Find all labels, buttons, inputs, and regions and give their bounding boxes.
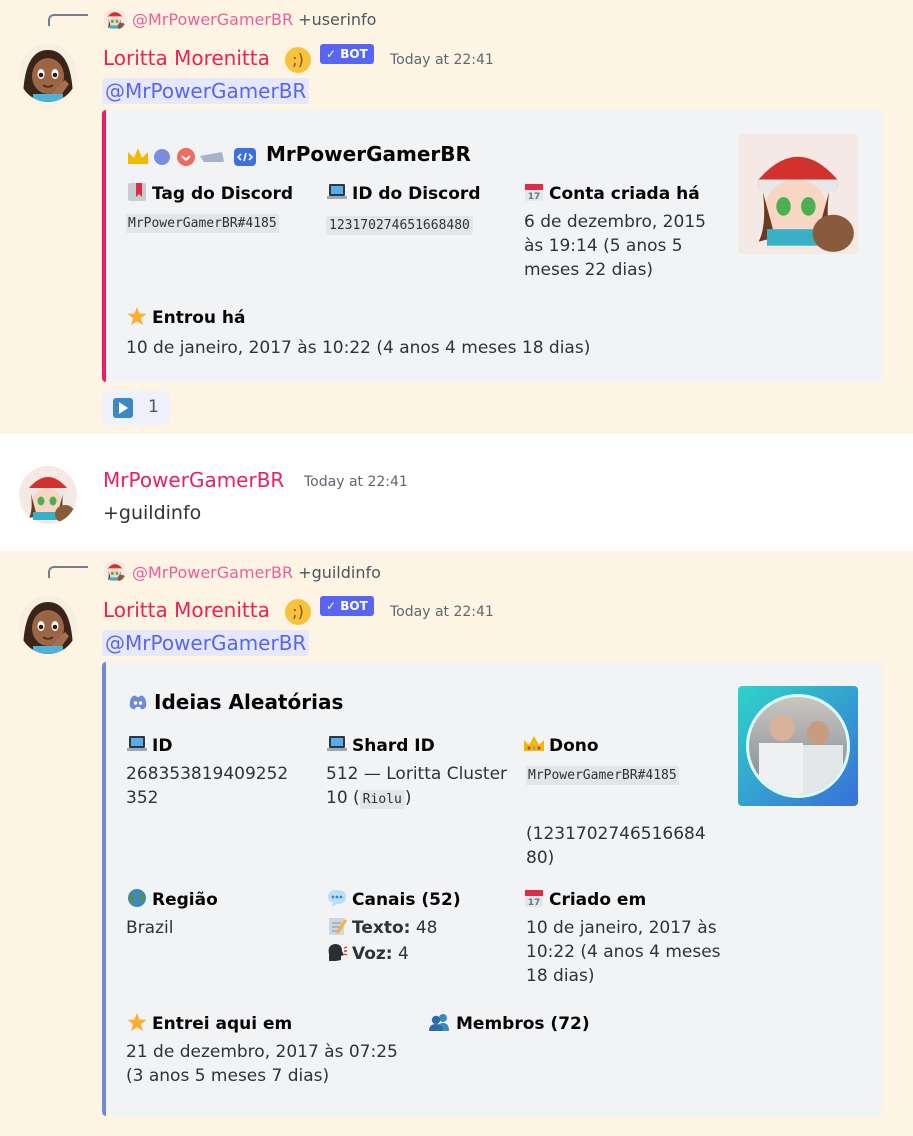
laptop-icon — [327, 184, 347, 199]
guild-icon-photo — [746, 694, 850, 798]
reply-connector — [48, 14, 88, 26]
reply-mention: @MrPowerGamerBR — [132, 10, 294, 29]
field-name-joined: Entrei aqui em — [126, 1012, 292, 1034]
field-name-shard: Shard ID — [326, 734, 435, 756]
reply-preview[interactable]: @MrPowerGamerBR +guildinfo — [132, 563, 381, 582]
speech-bubble-icon — [328, 890, 346, 907]
timestamp[interactable]: Today at 22:41 — [304, 474, 408, 490]
timestamp[interactable]: Today at 22:41 — [390, 604, 494, 620]
field-value-voice-channels: Voz: 4 — [326, 942, 409, 966]
discord-icon — [129, 695, 147, 710]
field-value-shard: 512 — Loritta Cluster 10 (Riolu) — [326, 764, 508, 809]
field-value-joined: 21 de dezembro, 2017 às 07:25 (3 anos 5 … — [126, 1042, 398, 1086]
speaking-head-icon — [328, 944, 348, 961]
field-value-created: 6 de dezembro, 2015 às 19:14 (5 anos 5 m… — [524, 212, 706, 280]
guildinfo-embed: Ideias Aleatórias ID 268353819409252352 … — [102, 662, 882, 1116]
bot-tag: ✓ BOT — [320, 44, 374, 64]
author-name[interactable]: MrPowerGamerBR — [103, 468, 284, 492]
field-name-channels: Canais (52) — [326, 888, 461, 910]
memo-icon — [329, 918, 347, 935]
avatar[interactable] — [19, 596, 77, 654]
reply-avatar[interactable] — [104, 8, 126, 30]
field-name-created: 17 Criado em — [523, 888, 646, 910]
bot-tag: ✓ BOT — [320, 596, 374, 616]
users-icon — [429, 1014, 449, 1031]
field-name-id: ID do Discord — [326, 182, 481, 204]
wink-emoji-icon: ;) — [285, 47, 311, 73]
author-name[interactable]: Loritta Morenitta — [103, 46, 270, 70]
field-name-tag: Tag do Discord — [126, 182, 293, 204]
reply-avatar[interactable] — [104, 560, 126, 582]
field-value-created: 10 de janeiro, 2017 às 10:22 (4 anos 4 m… — [526, 918, 721, 986]
field-name-members: Membros (72) — [426, 1012, 590, 1034]
timestamp[interactable]: Today at 22:41 — [390, 52, 494, 68]
field-value-id: 268353819409252352 — [126, 764, 289, 808]
embed-title: MrPowerGamerBR — [266, 142, 471, 166]
user-mention[interactable]: @MrPowerGamerBR — [102, 630, 310, 656]
field-value-owner: MrPowerGamerBR#4185 — [526, 766, 679, 785]
avatar[interactable] — [19, 466, 77, 524]
field-value-joined: 10 de janeiro, 2017 às 10:22 (4 anos 4 m… — [126, 338, 591, 358]
avatar[interactable] — [19, 44, 77, 102]
userinfo-embed: MrPowerGamerBR Tag do Discord MrPowerGam… — [102, 110, 882, 382]
user-mention[interactable]: @MrPowerGamerBR — [102, 78, 310, 104]
field-name-owner: Dono — [523, 734, 599, 756]
field-value-text-channels: Texto: 48 — [326, 916, 437, 940]
reply-command: +userinfo — [298, 10, 377, 29]
field-value-tag: MrPowerGamerBR#4185 — [126, 214, 279, 233]
globe-icon — [128, 889, 146, 907]
user-avatar-thumbnail[interactable] — [738, 134, 858, 254]
reply-mention: @MrPowerGamerBR — [132, 563, 294, 582]
field-name-region: Região — [126, 888, 218, 910]
crown-icon — [524, 736, 544, 751]
embed-accent-bar — [102, 662, 106, 1116]
field-value-owner-id: (123170274651668480) — [526, 824, 706, 868]
laptop-icon — [127, 736, 147, 751]
badges-icons — [126, 144, 260, 168]
play-icon — [113, 398, 133, 418]
field-name-created: 17 Conta criada há — [523, 182, 700, 204]
field-name-joined: Entrou há — [126, 306, 246, 328]
embed-title: Ideias Aleatórias — [126, 690, 343, 714]
embed-accent-bar — [102, 110, 106, 382]
wink-emoji-icon: ;) — [285, 599, 311, 625]
bookmark-icon — [128, 183, 146, 201]
reaction-button[interactable]: 1 — [102, 391, 170, 425]
calendar-icon: 17 — [525, 184, 543, 202]
laptop-icon — [327, 736, 347, 751]
field-name-id: ID — [126, 734, 172, 756]
star-icon — [127, 1013, 147, 1031]
field-value-region: Brazil — [126, 918, 174, 938]
guild-icon-thumbnail[interactable] — [738, 686, 858, 806]
reaction-count: 1 — [148, 397, 159, 417]
svg-text:17: 17 — [528, 898, 541, 908]
reply-preview[interactable]: @MrPowerGamerBR +userinfo — [132, 10, 376, 29]
star-icon — [127, 307, 147, 325]
author-name[interactable]: Loritta Morenitta — [103, 598, 270, 622]
calendar-icon: 17 — [525, 890, 543, 908]
message-content: +guildinfo — [103, 502, 202, 524]
svg-text:17: 17 — [528, 192, 541, 202]
reply-connector — [48, 566, 88, 578]
reply-command: +guildinfo — [298, 563, 381, 582]
field-value-id: 123170274651668480 — [326, 212, 473, 238]
